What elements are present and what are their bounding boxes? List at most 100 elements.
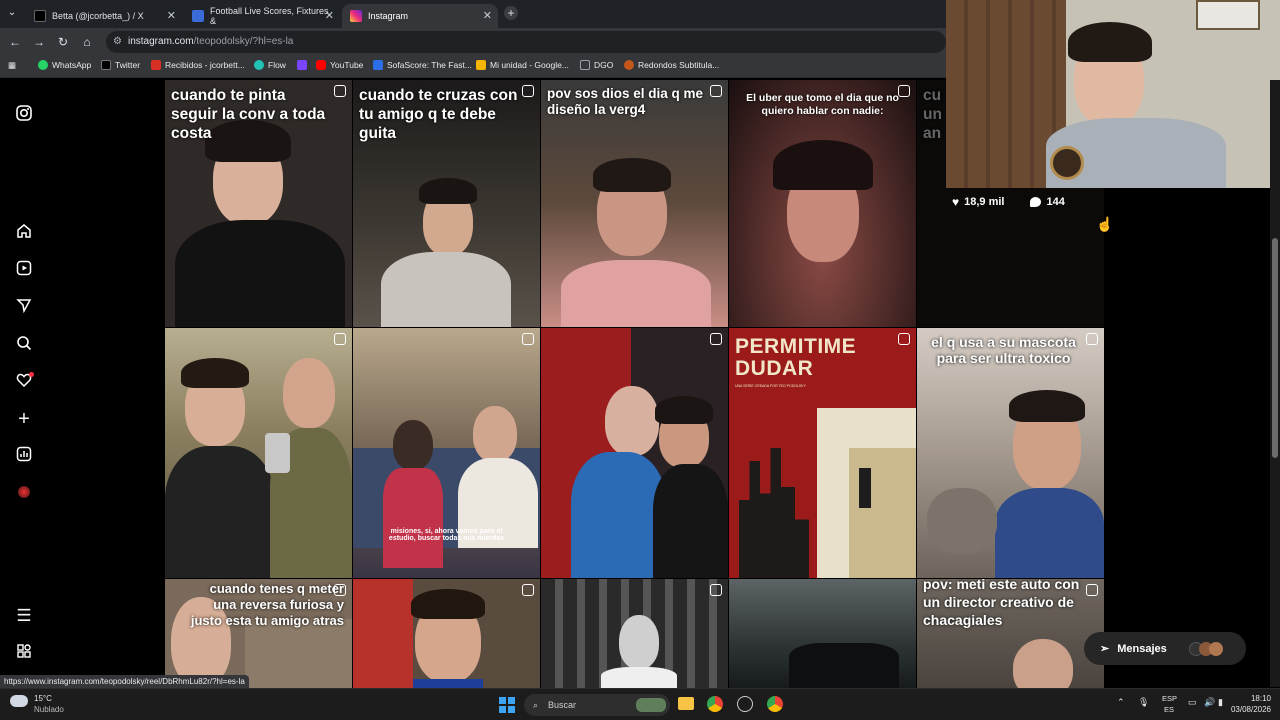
bookmark-youtube[interactable]: YouTube: [316, 60, 363, 70]
address-bar[interactable]: ⚙ instagram.com/teopodolsky/?hl=es-la: [106, 31, 946, 53]
post-tile[interactable]: cuando te cruzas con tu amigo q te debe …: [353, 80, 540, 327]
home-icon[interactable]: [14, 223, 34, 243]
post-tile[interactable]: el q usa a su mascota para ser ultra tox…: [917, 328, 1104, 578]
battery-icon[interactable]: ▮: [1218, 697, 1223, 708]
post-tile[interactable]: [541, 579, 728, 688]
background-sign: [353, 579, 413, 688]
messages-button[interactable]: ➢ Mensajes: [1084, 632, 1246, 665]
reel-icon: [522, 333, 534, 345]
city-skyline: [739, 448, 809, 578]
bookmark-gmail[interactable]: Recibidos - jcorbett...: [151, 60, 245, 70]
bookmark-twitter[interactable]: Twitter: [101, 60, 140, 70]
page-scrollbar[interactable]: [1270, 80, 1280, 687]
home-button-icon[interactable]: ⌂: [79, 34, 95, 50]
reload-icon[interactable]: ↻: [55, 34, 71, 50]
bookmark-drive[interactable]: Mi unidad - Google...: [476, 60, 569, 70]
hair: [655, 396, 713, 424]
bookmark-label: WhatsApp: [52, 60, 92, 70]
cat: [927, 488, 997, 554]
microphone-icon[interactable]: 🎙: [1138, 697, 1149, 708]
send-icon: ➢: [1100, 643, 1110, 655]
close-tab-icon[interactable]: ✕: [167, 9, 176, 22]
close-tab-icon[interactable]: ✕: [325, 9, 334, 22]
post-subtitle: misiones, si, ahora vamos para el estudi…: [388, 528, 505, 542]
jersey: [995, 488, 1104, 578]
search-icon[interactable]: [14, 335, 34, 355]
dashboard-icon[interactable]: [14, 446, 34, 466]
clock-time[interactable]: 18:10: [1235, 694, 1271, 703]
mate-cup: [1050, 146, 1084, 180]
bookmark-whatsapp[interactable]: WhatsApp: [38, 60, 91, 70]
post-caption: El uber que tomo el dia que no quiero ha…: [746, 92, 899, 117]
explore-icon[interactable]: [14, 297, 34, 317]
tray-chevron-icon[interactable]: ⌃: [1117, 697, 1125, 708]
hoodie: [175, 220, 345, 327]
language-top[interactable]: ESP: [1162, 694, 1177, 703]
apps-icon[interactable]: ▦: [8, 60, 16, 71]
bookmark-label: DGO: [594, 60, 614, 70]
tab-search-icon[interactable]: ⌄: [4, 5, 20, 21]
clock-date: 03/08/2026: [1230, 705, 1271, 714]
site-info-icon[interactable]: ⚙: [113, 31, 122, 53]
file-explorer-icon[interactable]: [678, 697, 694, 710]
close-tab-icon[interactable]: ✕: [483, 9, 492, 22]
bookmark-redondos[interactable]: Redondos Subtitula...: [624, 60, 719, 70]
back-icon[interactable]: ←: [7, 34, 23, 50]
likes-stat: ♥ 18,9 mil: [952, 195, 1004, 209]
bookmark-label: Recibidos - jcorbett...: [165, 60, 245, 70]
instagram-icon[interactable]: [14, 105, 34, 125]
bookmark-twitch[interactable]: [297, 60, 311, 70]
tab-football[interactable]: Football Live Scores, Fixtures & ✕: [184, 4, 340, 28]
bookmark-flow[interactable]: Flow: [254, 60, 286, 70]
volume-icon[interactable]: 🔊: [1204, 697, 1215, 708]
menu-icon[interactable]: ☰: [14, 606, 34, 626]
more-apps-icon[interactable]: [14, 643, 34, 663]
poster-title: PERMITIME DUDAR: [735, 335, 857, 380]
windows-start-icon[interactable]: [499, 697, 515, 713]
bookmark-label: SofaScore: The Fast...: [387, 60, 472, 70]
instagram-sidebar: + ☰: [0, 79, 48, 687]
heart-icon[interactable]: [14, 372, 34, 392]
twitch-icon: [297, 60, 307, 70]
forward-icon[interactable]: →: [31, 34, 47, 50]
new-tab-button[interactable]: +: [504, 6, 518, 20]
scrollbar-thumb[interactable]: [1272, 238, 1278, 458]
post-tile[interactable]: [353, 579, 540, 688]
reel-icon: [334, 333, 346, 345]
tab-instagram[interactable]: Instagram ✕: [342, 4, 498, 28]
reel-icon: [710, 584, 722, 596]
notification-dot: [29, 372, 34, 377]
chrome-icon[interactable]: [707, 696, 723, 712]
post-tile[interactable]: misiones, si, ahora vamos para el estudi…: [353, 328, 540, 578]
cloud-icon: [10, 695, 28, 707]
heart-filled-icon: ♥: [952, 195, 960, 209]
profile-avatar[interactable]: [14, 484, 34, 504]
framed-map: [1196, 0, 1260, 30]
app-icon[interactable]: [737, 696, 753, 712]
post-tile[interactable]: PERMITIME DUDAR UNA SERIE CREADA POR TEO…: [729, 328, 916, 578]
tab-twitter[interactable]: Betta (@jcorbetta_) / X ✕: [26, 4, 182, 28]
create-icon[interactable]: +: [14, 409, 34, 429]
post-tile[interactable]: pov: meti este auto con un director crea…: [917, 579, 1104, 688]
jacket: [653, 464, 728, 578]
bookmark-dgo[interactable]: DGO: [580, 60, 613, 70]
weather-temp[interactable]: 15°C: [34, 694, 52, 703]
post-tile[interactable]: El uber que tomo el dia que no quiero ha…: [729, 80, 916, 327]
flow-icon: [254, 60, 264, 70]
post-tile[interactable]: cuando tenes q meter una reversa furiosa…: [165, 579, 352, 688]
post-tile[interactable]: cuando te pinta seguir la conv a toda co…: [165, 80, 352, 327]
bookmark-label: Redondos Subtitula...: [638, 60, 720, 70]
tab-title: Football Live Scores, Fixtures &: [210, 6, 329, 26]
chrome-profile-icon[interactable]: [767, 696, 783, 712]
network-icon[interactable]: ▭: [1188, 697, 1197, 708]
post-tile[interactable]: [729, 579, 916, 688]
post-tile[interactable]: [541, 328, 728, 578]
taskbar-search[interactable]: ⌕ Buscar: [524, 694, 670, 716]
x-icon: [101, 60, 111, 70]
reels-icon[interactable]: [14, 260, 34, 280]
url-path: /teopodolsky/?hl=es-la: [193, 36, 294, 47]
post-tile[interactable]: pov sos dios el dia q me diseño la verg4: [541, 80, 728, 327]
post-tile[interactable]: [165, 328, 352, 578]
reel-icon: [710, 333, 722, 345]
bookmark-sofascore[interactable]: SofaScore: The Fast...: [373, 60, 472, 70]
